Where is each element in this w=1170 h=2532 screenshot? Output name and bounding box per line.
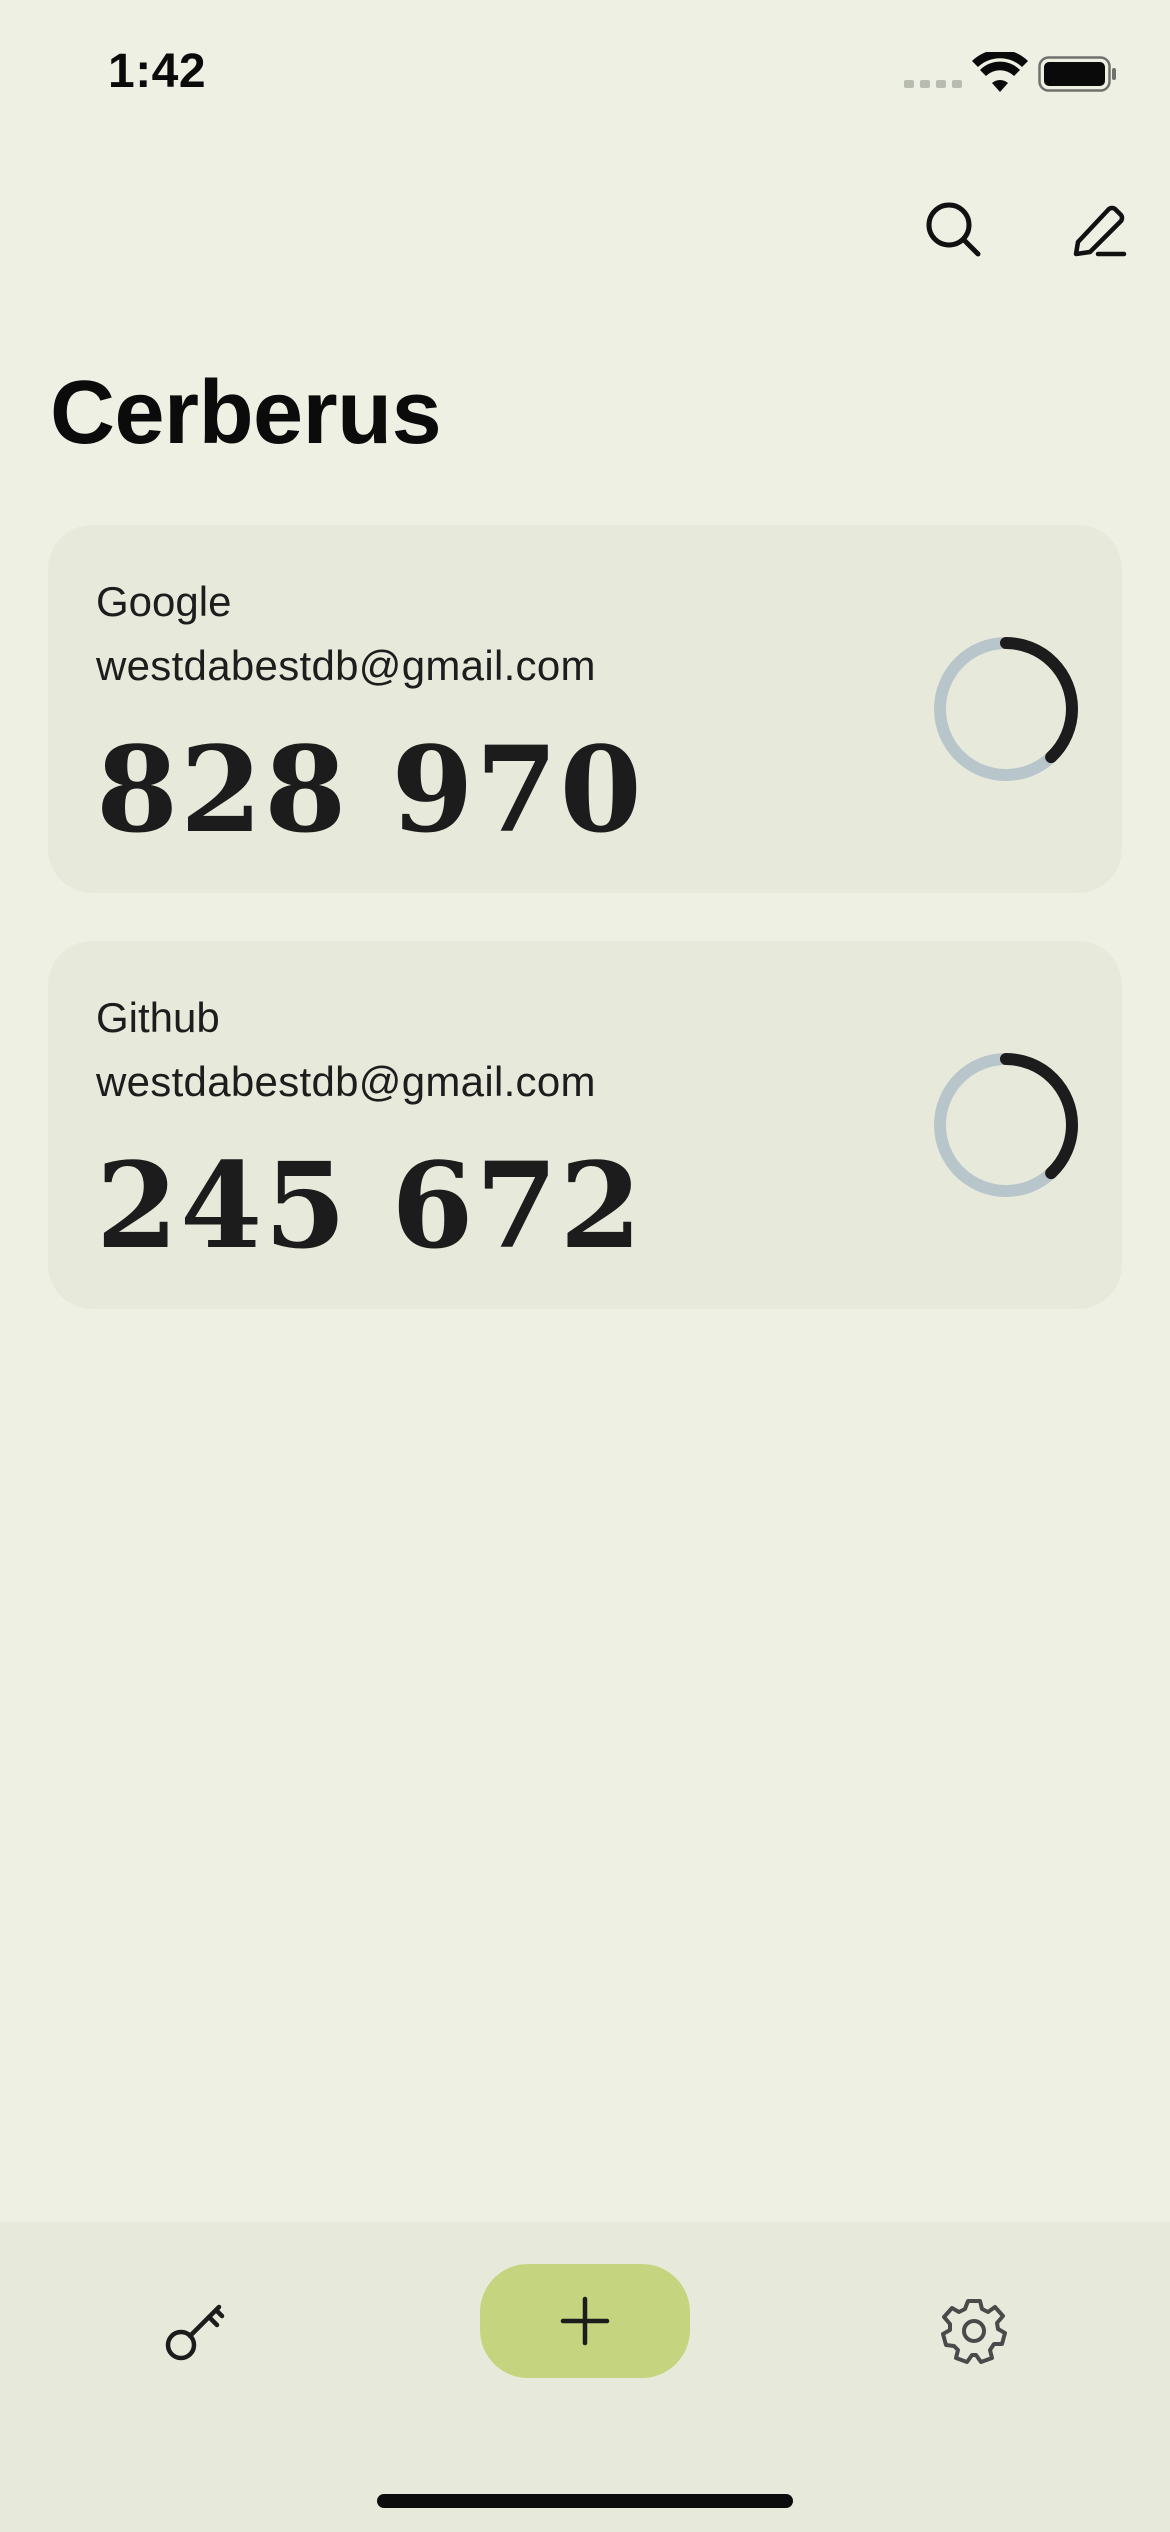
search-icon — [926, 202, 981, 257]
account-card[interactable]: Google westdabestdb@gmail.com 828 970 — [48, 525, 1122, 893]
pencil-icon — [1073, 205, 1127, 257]
gear-icon — [941, 2299, 1007, 2364]
account-email: westdabestdb@gmail.com — [96, 1058, 596, 1105]
search-button[interactable] — [914, 190, 994, 270]
accounts-list: Google westdabestdb@gmail.com 828 970 Gi… — [48, 525, 1122, 1357]
otp-code[interactable]: 245 672 — [96, 1141, 644, 1271]
countdown-timer-icon — [934, 637, 1078, 781]
plus-icon — [560, 2296, 610, 2346]
cellular-signal-icon — [904, 80, 962, 88]
home-indicator[interactable] — [377, 2494, 793, 2508]
account-issuer: Google — [96, 578, 232, 625]
battery-icon — [1038, 56, 1116, 92]
account-issuer: Github — [96, 994, 220, 1041]
key-icon — [165, 2304, 225, 2361]
nav-accounts-button[interactable] — [156, 2290, 236, 2370]
account-card[interactable]: Github westdabestdb@gmail.com 245 672 — [48, 941, 1122, 1309]
countdown-timer-icon — [934, 1053, 1078, 1197]
bottom-navigation — [0, 2222, 1170, 2532]
status-bar: 1:42 — [0, 0, 1170, 150]
otp-code[interactable]: 828 970 — [96, 725, 644, 855]
account-email: westdabestdb@gmail.com — [96, 642, 596, 689]
wifi-icon — [972, 52, 1028, 92]
top-actions — [0, 190, 1170, 270]
nav-settings-button[interactable] — [934, 2290, 1014, 2370]
add-account-button[interactable] — [480, 2264, 690, 2378]
edit-button[interactable] — [1058, 190, 1138, 270]
status-time: 1:42 — [108, 45, 207, 98]
page-title: Cerberus — [50, 363, 442, 463]
